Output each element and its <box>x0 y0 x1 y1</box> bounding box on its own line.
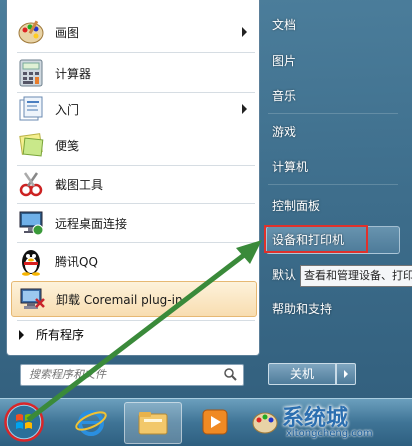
program-label: 卸载 Coremail plug-in <box>56 292 183 307</box>
shutdown-button[interactable]: 关机 <box>268 363 336 385</box>
tooltip: 查看和管理设备、打印 <box>300 265 412 287</box>
program-label: 腾讯QQ <box>55 254 98 269</box>
explorer-button[interactable] <box>124 402 182 444</box>
windows-orb-icon <box>4 402 44 442</box>
chevron-right-icon <box>19 329 24 340</box>
calculator-icon <box>15 57 47 89</box>
program-remote-desktop[interactable]: 远程桌面连接 <box>11 205 255 241</box>
divider <box>17 203 255 204</box>
program-qq[interactable]: 腾讯QQ <box>11 243 255 279</box>
divider <box>17 320 255 321</box>
all-programs-button[interactable]: 所有程序 <box>19 326 84 343</box>
ie-icon <box>75 410 107 436</box>
remote-desktop-icon <box>15 207 47 239</box>
uninstall-icon <box>16 283 48 315</box>
games-link[interactable]: 游戏 <box>272 121 296 143</box>
search-box[interactable] <box>20 364 244 386</box>
program-label: 入门 <box>55 102 80 117</box>
program-getting-started[interactable]: 入门 <box>11 91 255 127</box>
divider <box>268 113 398 114</box>
program-uninstall-coremail[interactable]: 卸载 Coremail plug-in <box>11 281 257 317</box>
internet-explorer-button[interactable] <box>66 402 116 442</box>
submenu-arrow-icon[interactable] <box>242 104 247 114</box>
programs-panel: 画图 计算器 入门 便笺 截图工具 远程桌面连接 腾讯QQ 卸载 Coremai… <box>6 0 260 356</box>
program-label: 画图 <box>55 25 80 40</box>
paint-icon <box>15 16 47 48</box>
highlight-box <box>264 225 368 253</box>
program-label: 便笺 <box>55 138 80 153</box>
default-programs-link[interactable]: 默认 <box>272 264 296 286</box>
folder-icon <box>138 412 168 435</box>
submenu-arrow-icon[interactable] <box>242 27 247 37</box>
start-button[interactable] <box>2 402 46 442</box>
control-panel-link[interactable]: 控制面板 <box>272 195 320 217</box>
program-snipping-tool[interactable]: 截图工具 <box>11 166 255 202</box>
divider <box>268 184 398 185</box>
pictures-link[interactable]: 图片 <box>272 50 296 72</box>
program-sticky-notes[interactable]: 便笺 <box>11 127 255 163</box>
program-label: 计算器 <box>55 66 92 81</box>
chevron-right-icon <box>344 370 348 378</box>
shutdown-options-button[interactable] <box>336 363 356 385</box>
sticky-notes-icon <box>15 129 47 161</box>
media-player-icon <box>202 409 228 435</box>
paint-icon <box>252 412 278 434</box>
program-calculator[interactable]: 计算器 <box>11 55 255 91</box>
snipping-tool-icon <box>15 168 47 200</box>
getting-started-icon <box>15 93 47 125</box>
music-link[interactable]: 音乐 <box>272 85 296 107</box>
divider <box>17 52 255 53</box>
program-paint[interactable]: 画图 <box>11 14 255 50</box>
media-player-button[interactable] <box>190 402 240 442</box>
computer-link[interactable]: 计算机 <box>272 156 308 178</box>
help-support-link[interactable]: 帮助和支持 <box>272 298 332 320</box>
search-input[interactable] <box>21 365 219 383</box>
all-programs-label: 所有程序 <box>36 328 85 342</box>
program-label: 远程桌面连接 <box>55 216 128 231</box>
search-icon[interactable] <box>224 368 237 384</box>
documents-link[interactable]: 文档 <box>272 14 296 36</box>
program-label: 截图工具 <box>55 177 104 192</box>
watermark-url: xitongcheng.com <box>286 428 373 439</box>
qq-penguin-icon <box>15 245 47 277</box>
start-menu: 画图 计算器 入门 便笺 截图工具 远程桌面连接 腾讯QQ 卸载 Coremai… <box>0 0 412 398</box>
